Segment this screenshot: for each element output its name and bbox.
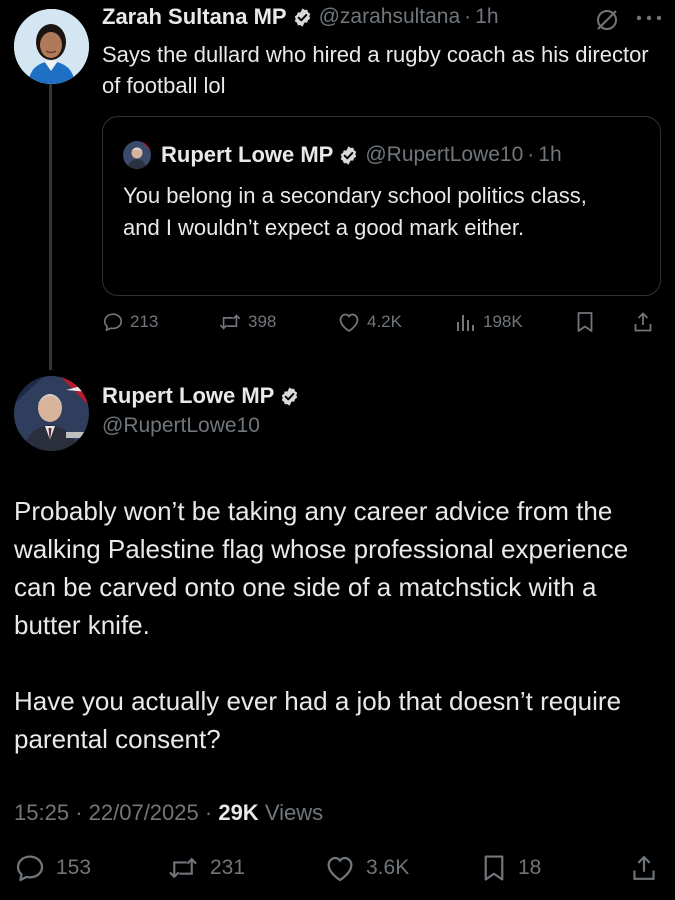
quoted-tweet-header: Rupert Lowe MP @RupertLowe10 · 1h <box>123 141 562 169</box>
separator-dot: · <box>75 800 89 825</box>
tweet-time[interactable]: 15:25 <box>14 800 69 825</box>
views-icon <box>457 315 474 331</box>
zarah-avatar[interactable] <box>14 9 89 84</box>
views-count: 198K <box>483 312 523 331</box>
author-name[interactable]: Zarah Sultana MP <box>102 4 287 30</box>
like-icon <box>327 856 353 882</box>
separator-dot: · <box>464 5 472 28</box>
like-button[interactable]: 4.2K <box>337 307 402 337</box>
bookmark-button[interactable]: 18 <box>480 850 541 886</box>
verified-badge-icon <box>341 145 357 165</box>
thread-line <box>49 84 52 370</box>
main-tweet-paragraph: Have you actually ever had a job that do… <box>14 686 622 754</box>
like-button[interactable]: 3.6K <box>324 850 409 886</box>
repost-count: 231 <box>210 856 246 879</box>
quoted-tweet-text: You belong in a secondary school politic… <box>123 183 587 240</box>
views-count: 29K <box>218 800 259 825</box>
repost-count: 398 <box>248 312 277 331</box>
repost-button[interactable]: 398 <box>218 307 276 337</box>
main-author-name[interactable]: Rupert Lowe MP <box>102 383 274 409</box>
like-count: 4.2K <box>367 312 402 331</box>
main-tweet-text: Probably won’t be taking any career advi… <box>14 492 659 796</box>
more-icon[interactable] <box>634 12 664 24</box>
bookmark-icon <box>484 855 504 881</box>
main-author-handle[interactable]: @RupertLowe10 <box>102 414 260 438</box>
repost-icon <box>169 857 197 879</box>
bookmark-count: 18 <box>518 856 542 879</box>
main-tweet-header: Rupert Lowe MP <box>102 383 300 409</box>
quoted-tweet-card[interactable]: Rupert Lowe MP @RupertLowe10 · 1h You be… <box>102 116 661 296</box>
parent-tweet-actions: 213 398 4.2K 198K <box>102 307 667 337</box>
share-icon <box>633 855 655 880</box>
reply-count: 153 <box>56 856 92 879</box>
repost-icon <box>219 314 241 330</box>
separator-dot: · <box>204 800 219 825</box>
quoted-author-handle: @RupertLowe10 <box>365 143 524 166</box>
author-handle[interactable]: @zarahsultana <box>319 5 461 29</box>
reply-count: 213 <box>130 312 159 331</box>
reply-icon <box>16 855 44 882</box>
share-button[interactable] <box>632 307 654 337</box>
bookmark-button[interactable] <box>574 307 596 337</box>
parent-tweet-text: Says the dullard who hired a rugby coach… <box>102 42 649 98</box>
verified-badge-icon <box>294 7 310 27</box>
repost-button[interactable]: 231 <box>166 850 245 886</box>
like-count: 3.6K <box>366 856 410 879</box>
separator-dot: · <box>527 143 535 166</box>
reply-button[interactable]: 213 <box>102 307 158 337</box>
quoted-tweet-time: 1h <box>538 143 562 166</box>
tweet-meta: 15:25 · 22/07/2025 · 29K Views <box>14 800 323 826</box>
grok-icon[interactable] <box>594 7 620 33</box>
verified-badge-icon <box>282 386 298 406</box>
like-icon <box>339 313 359 332</box>
quoted-author-avatar <box>123 141 151 169</box>
parent-tweet-header: Zarah Sultana MP @zarahsultana · 1h <box>102 4 499 30</box>
rupert-avatar[interactable] <box>14 376 89 451</box>
views-button[interactable]: 198K <box>455 307 523 337</box>
tweet-time[interactable]: 1h <box>475 5 498 29</box>
views-label: Views <box>264 800 324 825</box>
quoted-author-name: Rupert Lowe MP <box>161 142 334 167</box>
main-tweet-paragraph: Probably won’t be taking any career advi… <box>14 496 629 640</box>
share-icon <box>634 312 652 332</box>
share-button[interactable] <box>630 850 658 886</box>
main-tweet-actions: 153 231 3.6K 18 <box>14 850 664 886</box>
reply-icon <box>103 313 123 332</box>
bookmark-icon <box>577 312 593 332</box>
reply-button[interactable]: 153 <box>14 850 91 886</box>
tweet-date[interactable]: 22/07/2025 <box>89 800 199 825</box>
